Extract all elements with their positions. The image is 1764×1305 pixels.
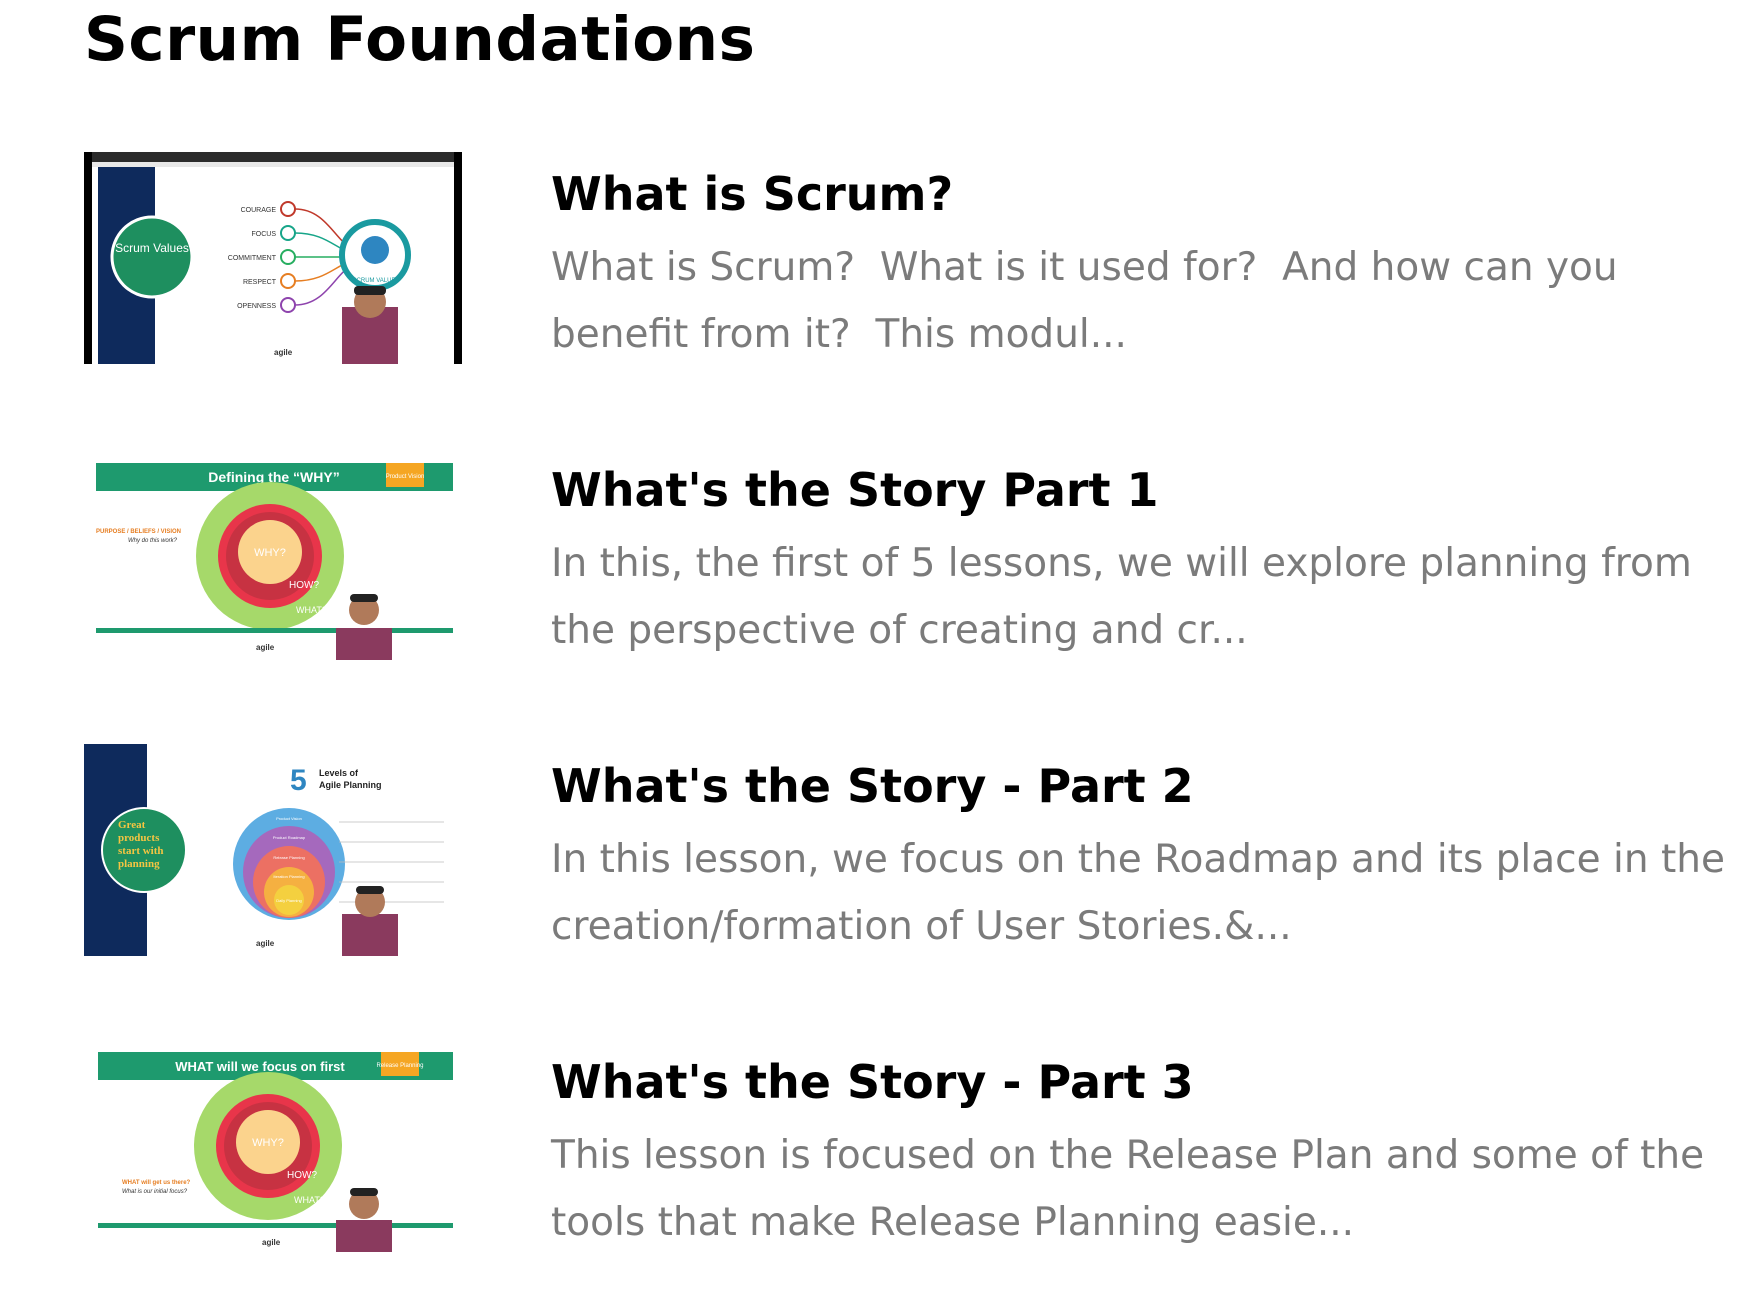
value-label: RESPECT <box>243 279 277 286</box>
value-label: COMMITMENT <box>228 255 277 262</box>
badge-line: products <box>118 832 160 844</box>
badge-line: planning <box>118 858 160 870</box>
lesson-description: This lesson is focused on the Release Pl… <box>551 1133 1717 1245</box>
ring-how: HOW? <box>289 580 319 591</box>
ring-how: HOW? <box>287 1170 317 1181</box>
value-label: OPENNESS <box>237 303 276 310</box>
thumbnail-slide-agile-planning: Great products start with planning 5 Lev… <box>84 744 462 956</box>
side-label: PURPOSE / BELIEFS / VISION <box>96 529 181 535</box>
lesson-thumbnail[interactable]: Defining the “WHY” Product Vision PURPOS… <box>84 448 462 660</box>
ring-why: WHY? <box>252 1137 284 1149</box>
lesson-title[interactable]: What is Scrum? <box>551 164 1761 224</box>
ring-label: SCRUM VALUES <box>353 278 400 284</box>
logo-text: agile <box>256 939 275 948</box>
lesson-title[interactable]: What's the Story Part 1 <box>551 460 1761 520</box>
value-label: COURAGE <box>241 207 277 214</box>
levels-number: 5 <box>290 764 307 797</box>
lesson-thumbnail[interactable]: Great products start with planning 5 Lev… <box>84 744 462 956</box>
thumbnail-badge: Scrum Values <box>115 241 189 255</box>
lesson-thumbnail[interactable]: Scrum Values COURAGE FOCUS COMMITMENT RE… <box>84 152 462 364</box>
lesson-item[interactable]: Defining the “WHY” Product Vision PURPOS… <box>84 448 1764 668</box>
ring-what: WHAT? <box>296 605 327 615</box>
thumbnail-slide-defining-why: Defining the “WHY” Product Vision PURPOS… <box>84 448 462 660</box>
lesson-item[interactable]: WHAT will we focus on first Release Plan… <box>84 1040 1764 1260</box>
lesson-title[interactable]: What's the Story - Part 3 <box>551 1052 1761 1112</box>
level-label: Iteration Planning <box>273 874 304 879</box>
thumbnail-slide-scrum-values: Scrum Values COURAGE FOCUS COMMITMENT RE… <box>84 152 462 364</box>
logo-text: agile <box>262 1238 281 1247</box>
logo-text: agile <box>256 643 275 652</box>
levels-heading: Agile Planning <box>319 780 382 790</box>
lesson-item[interactable]: Scrum Values COURAGE FOCUS COMMITMENT RE… <box>84 152 1764 372</box>
logo-text: agile <box>274 348 293 357</box>
page-title: Scrum Foundations <box>84 4 756 75</box>
badge-line: Great <box>118 819 146 831</box>
ring-why: WHY? <box>254 547 286 559</box>
lesson-description: In this lesson, we focus on the Roadmap … <box>551 837 1738 949</box>
lesson-description: What is Scrum? What is it used for? And … <box>551 245 1631 357</box>
level-label: Product Vision <box>276 816 302 821</box>
slide-tag: Release Planning <box>376 1063 423 1069</box>
lesson-thumbnail[interactable]: WHAT will we focus on first Release Plan… <box>84 1040 462 1252</box>
value-label: FOCUS <box>252 231 277 238</box>
side-sublabel: Why do this work? <box>128 538 178 544</box>
lesson-title[interactable]: What's the Story - Part 2 <box>551 756 1761 816</box>
ring-what: WHAT? <box>294 1195 325 1205</box>
level-label: Daily Planning <box>276 898 302 903</box>
level-label: Release Planning <box>273 855 304 860</box>
level-label: Product Roadmap <box>273 835 306 840</box>
lesson-item[interactable]: Great products start with planning 5 Lev… <box>84 744 1764 964</box>
slide-tag: Product Vision <box>386 474 425 480</box>
thumbnail-slide-release-focus: WHAT will we focus on first Release Plan… <box>84 1040 462 1252</box>
badge-line: start with <box>118 845 164 857</box>
side-sublabel: What is our initial focus? <box>122 1189 188 1195</box>
levels-heading: Levels of <box>319 768 359 778</box>
side-label: WHAT will get us there? <box>122 1180 191 1186</box>
lesson-description: In this, the first of 5 lessons, we will… <box>551 541 1705 653</box>
slide-header: WHAT will we focus on first <box>175 1059 345 1074</box>
